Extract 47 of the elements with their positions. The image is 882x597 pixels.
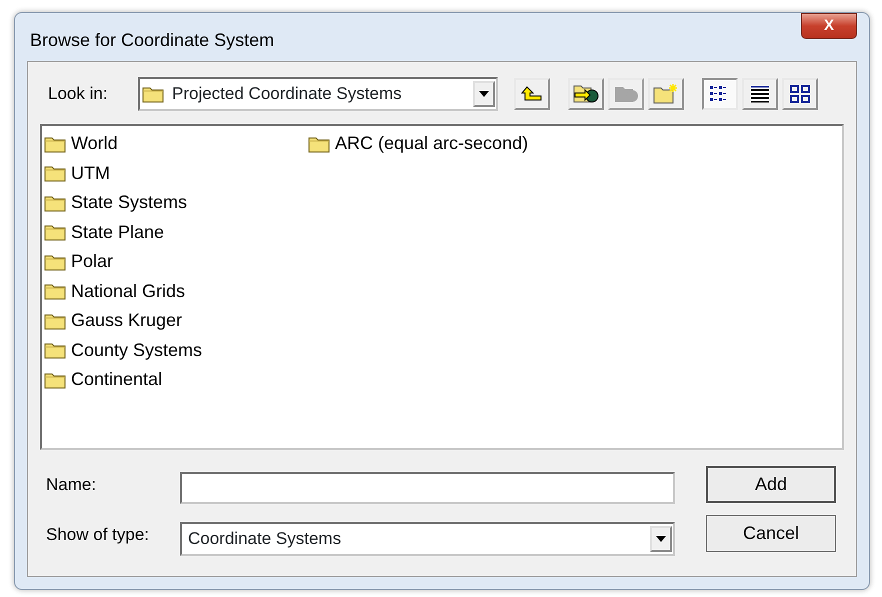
look-in-value: Projected Coordinate Systems [172,83,402,106]
folder-name[interactable]: World [71,130,118,158]
folder-icon [44,282,66,300]
window-title: Browse for Coordinate System [29,28,274,52]
up-arrow-icon [521,85,543,103]
list-view-button[interactable] [702,78,738,110]
grid-icons-icon [789,85,811,103]
look-in-label: Look in: [47,83,109,106]
folder-name[interactable]: State Systems [71,189,188,216]
type-value: Coordinate Systems [188,528,342,550]
dropdown-button[interactable] [650,526,672,552]
folder-name[interactable]: County Systems [71,336,202,364]
folder-icon [308,134,330,153]
folder-name[interactable]: ARC (equal arc-second) [335,130,528,158]
folder-icon [44,164,66,182]
folder-icon [44,312,66,330]
dialog-button[interactable]: Add [706,466,836,503]
folder-name[interactable]: Polar [71,248,114,276]
details-view-icon [749,85,771,103]
details-view-button[interactable] [742,78,778,110]
folder-icon [44,341,66,360]
type-dropdown[interactable]: Coordinate Systems [180,522,675,556]
caret-icon [479,91,489,97]
new-folder-button[interactable] [648,78,684,110]
folder-icon [44,134,66,153]
name-label: Name: [45,474,98,496]
folder-icon [44,194,66,212]
folder-name[interactable]: Gauss Kruger [71,307,182,334]
up-folder-button[interactable] [514,78,550,110]
folder-icon [44,370,66,389]
new-folder-icon [653,83,679,105]
type-label: Show of type: [45,524,150,546]
look-in-dropdown[interactable]: Projected Coordinate Systems [138,77,498,111]
name-field[interactable] [180,472,675,504]
folder-name[interactable]: UTM [71,160,110,187]
close-button[interactable]: X [801,13,857,39]
caret-icon [656,536,666,542]
dialog-button[interactable]: Cancel [706,515,836,552]
dropdown-button[interactable] [473,81,495,107]
folder-name[interactable]: State Plane [71,218,164,246]
folder-icon [142,85,164,103]
folder-name[interactable]: National Grids [71,278,186,305]
folder-icon [44,252,66,271]
folder-name[interactable]: Continental [71,366,162,394]
folder-icon [44,223,66,242]
large-icons-button[interactable] [782,78,818,110]
connect-folder-button[interactable] [568,78,604,110]
